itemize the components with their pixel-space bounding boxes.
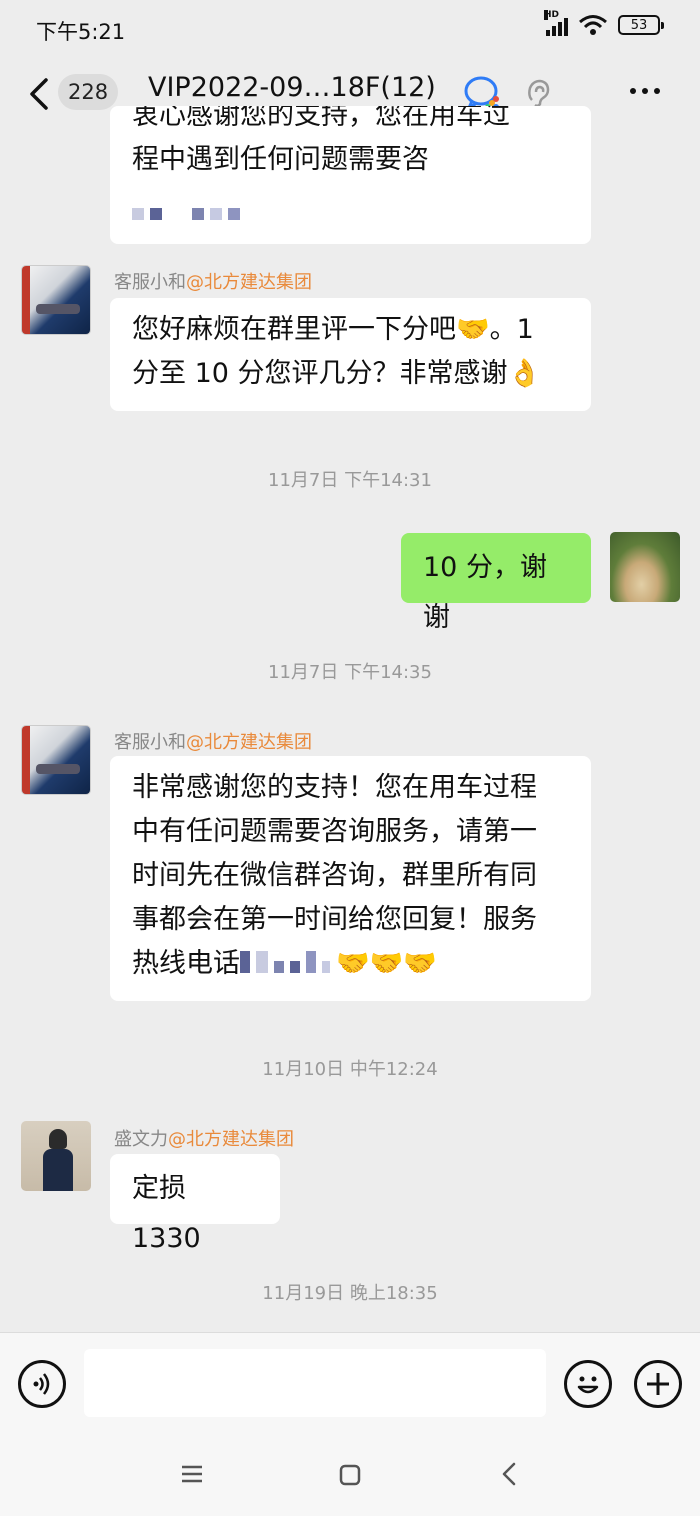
message-bubble[interactable]: 衷心感谢您的支持，您在用车过 程中遇到任何问题需要咨 [110, 106, 591, 244]
message-text: 定损 1330 [132, 1173, 201, 1254]
sender-nickname: 客服小和 [114, 732, 186, 753]
sender-name: 客服小和@北方建达集团 [114, 728, 312, 754]
sender-name: 盛文力@北方建达集团 [114, 1125, 294, 1151]
message-line: 事都会在第一时间给您回复！服务 [132, 904, 537, 935]
battery-icon: 53 [618, 15, 664, 35]
voice-input-button[interactable] [18, 1360, 66, 1408]
chat-title[interactable]: VIP2022-09…18F(12) [148, 72, 436, 103]
menu-icon[interactable] [181, 1465, 203, 1483]
voice-icon [33, 1373, 50, 1395]
sender-nickname: 盛文力 [114, 1129, 168, 1150]
message-input[interactable] [84, 1349, 546, 1417]
more-functions-button[interactable] [634, 1360, 682, 1408]
back-nav-icon[interactable] [500, 1462, 518, 1486]
sender-org: @北方建达集团 [168, 1129, 294, 1150]
message-bubble[interactable]: 您好麻烦在群里评一下分吧🤝。1 分至 10 分您评几分？非常感谢👌 [110, 298, 591, 411]
avatar[interactable] [21, 1121, 91, 1191]
unread-count-badge[interactable]: 228 [58, 74, 119, 110]
message-bubble[interactable]: 定损 1330 [110, 1154, 280, 1254]
my-message-bubble[interactable]: 10 分，谢谢 [401, 533, 591, 633]
more-options-button[interactable] [630, 88, 660, 94]
home-icon[interactable] [339, 1464, 361, 1486]
timestamp: 11月19日 晚上18:35 [262, 1283, 438, 1304]
message-line: 分至 10 分您评几分？非常感谢👌 [132, 358, 542, 389]
sender-org: @北方建达集团 [186, 732, 312, 753]
timestamp: 11月7日 下午14:31 [268, 470, 432, 491]
ear-icon[interactable] [524, 78, 552, 108]
message-line: 热线电话 🤝🤝🤝 [132, 942, 569, 987]
sender-org: @北方建达集团 [186, 272, 312, 293]
message-line: 时间先在微信群咨询，群里所有同 [132, 860, 537, 891]
sender-name: 客服小和@北方建达集团 [114, 268, 312, 294]
timestamp: 11月10日 中午12:24 [262, 1059, 438, 1080]
message-line: 衷心感谢您的支持，您在用车过 [132, 106, 510, 131]
redacted-text [240, 943, 336, 987]
message-bubble[interactable]: 非常感谢您的支持！您在用车过程 中有任问题需要咨询服务，请第一 时间先在微信群咨… [110, 756, 591, 1001]
back-button[interactable] [26, 76, 54, 112]
status-time: 下午5:21 [36, 20, 126, 44]
avatar[interactable] [21, 265, 91, 335]
message-line: 程中遇到任何问题需要咨 [132, 144, 429, 175]
redacted-text [132, 190, 246, 234]
sender-nickname: 客服小和 [114, 272, 186, 293]
plus-icon [647, 1373, 669, 1395]
message-text: 🤝🤝🤝 [336, 948, 437, 979]
message-text: 10 分，谢谢 [423, 552, 547, 633]
message-line: 中有任问题需要咨询服务，请第一 [132, 816, 537, 847]
hd-label: HD [544, 10, 560, 20]
signal-icon: HD [544, 10, 568, 36]
avatar[interactable] [21, 725, 91, 795]
emoji-button[interactable] [564, 1360, 612, 1408]
wifi-icon [579, 15, 607, 35]
my-avatar[interactable] [610, 532, 680, 602]
timestamp: 11月7日 下午14:35 [268, 662, 432, 683]
message-text: 热线电话 [132, 948, 240, 979]
message-line: 非常感谢您的支持！您在用车过程 [132, 772, 537, 803]
message-line: 您好麻烦在群里评一下分吧🤝。1 [132, 314, 534, 345]
status-icons: HD 53 [544, 10, 664, 36]
emoji-icon [577, 1376, 599, 1394]
